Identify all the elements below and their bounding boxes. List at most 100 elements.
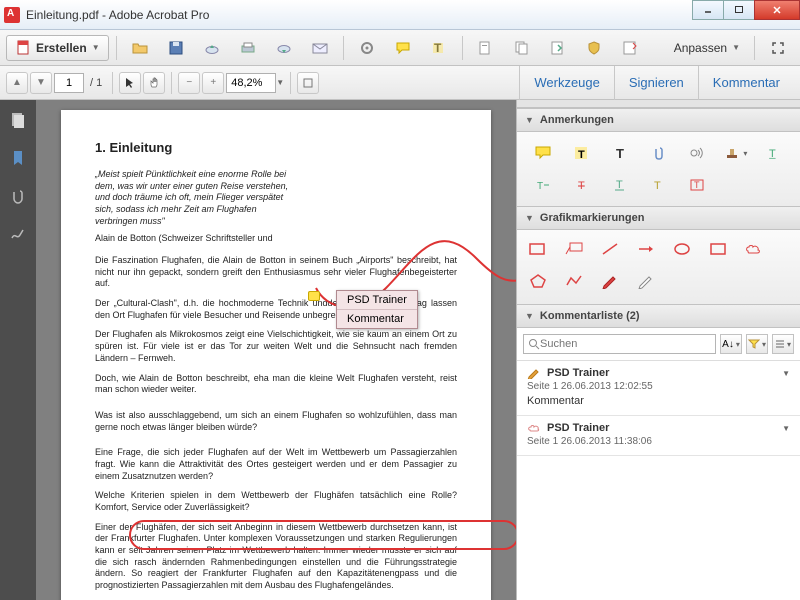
page-up-button[interactable]: ▲ [6, 72, 28, 94]
comment-search-box[interactable] [523, 334, 716, 354]
save-cloud-button[interactable] [196, 35, 228, 61]
printer-icon [239, 39, 257, 57]
arrow-tool[interactable] [635, 240, 657, 258]
open-button[interactable] [124, 35, 156, 61]
chevron-down-icon[interactable]: ▼ [782, 424, 790, 433]
create-button[interactable]: Erstellen ▼ [6, 35, 109, 61]
export-button[interactable] [542, 35, 574, 61]
highlight-tool[interactable]: T [565, 142, 597, 164]
separator [290, 72, 291, 94]
comment-entry[interactable]: PSD Trainer ▼ Seite 1 26.06.2013 11:38:0… [517, 416, 800, 456]
oval-tool[interactable] [671, 240, 693, 258]
text-box-tool[interactable]: T [681, 174, 713, 196]
shapes-header[interactable]: ▼ Grafikmarkierungen [517, 206, 800, 230]
comment-entry[interactable]: PSD Trainer ▼ Seite 1 26.06.2013 12:02:5… [517, 361, 800, 416]
panel-grip[interactable] [517, 100, 800, 108]
svg-text:T: T [654, 180, 661, 192]
annotation-tooltip: PSD Trainer Kommentar [336, 290, 418, 329]
sort-button[interactable]: A↓▾ [720, 334, 742, 354]
text-tool[interactable]: T [604, 142, 636, 164]
sticky-note-button[interactable] [387, 35, 419, 61]
cloud-annotation[interactable] [129, 520, 516, 550]
email-button[interactable] [304, 35, 336, 61]
comment-search-input[interactable] [540, 338, 711, 350]
separator [171, 72, 172, 94]
filter-button[interactable]: ▾ [746, 334, 768, 354]
fullscreen-button[interactable] [762, 35, 794, 61]
chevron-down-icon[interactable]: ▼ [276, 78, 284, 87]
maximize-button[interactable] [723, 0, 755, 20]
zoom-input[interactable] [226, 73, 276, 93]
insert-text-tool[interactable]: T̲ [758, 142, 790, 164]
connected-lines-tool[interactable] [563, 272, 585, 290]
attachments-button[interactable] [8, 186, 28, 206]
protect-button[interactable] [578, 35, 610, 61]
replace-text-tool[interactable]: T [527, 174, 559, 196]
print-button[interactable] [232, 35, 264, 61]
signatures-button[interactable] [8, 224, 28, 244]
settings-button[interactable] [351, 35, 383, 61]
commentlist-header[interactable]: ▼Kommentarliste (2) [517, 304, 800, 328]
select-tool-button[interactable] [143, 72, 165, 94]
page-number-input[interactable] [54, 73, 84, 93]
cloud-tool[interactable] [743, 240, 765, 258]
tools-tab[interactable]: Werkzeuge [519, 66, 614, 100]
bookmarks-button[interactable] [8, 148, 28, 168]
customize-button[interactable]: Anpassen ▼ [667, 35, 747, 61]
sign-tab[interactable]: Signieren [614, 66, 698, 100]
chevron-down-icon[interactable]: ▼ [782, 369, 790, 378]
attach-file-tool[interactable] [642, 142, 674, 164]
edit-text-button[interactable] [470, 35, 502, 61]
annotations-label: Anmerkungen [540, 114, 614, 126]
shapes-label: Grafikmarkierungen [540, 212, 645, 224]
sticky-note-tool[interactable] [527, 142, 559, 164]
options-button[interactable]: ▾ [772, 334, 794, 354]
folder-open-icon [131, 39, 149, 57]
close-button[interactable] [754, 0, 800, 20]
underline-tool[interactable]: T [604, 174, 636, 196]
doc-paragraph: Welche Kriterien spielen in dem Wettbewe… [95, 490, 457, 513]
textbox-tool[interactable] [527, 240, 549, 258]
thumbnails-button[interactable] [8, 110, 28, 130]
save-button[interactable] [160, 35, 192, 61]
add-note-tool[interactable]: T [642, 174, 674, 196]
form-button[interactable] [614, 35, 646, 61]
share-button[interactable] [268, 35, 300, 61]
cloud-share-icon [275, 39, 293, 57]
zoom-out-button[interactable]: − [178, 72, 200, 94]
page-total: / 1 [90, 77, 102, 89]
zoom-in-button[interactable]: + [202, 72, 224, 94]
strikethrough-tool[interactable]: T [565, 174, 597, 196]
page-down-button[interactable]: ▼ [30, 72, 52, 94]
collapse-icon: ▼ [525, 115, 534, 125]
hand-icon [148, 77, 160, 89]
search-icon [528, 338, 540, 350]
polygon-tool[interactable] [527, 272, 549, 290]
commentlist-label: Kommentarliste (2) [540, 310, 640, 322]
highlight-button[interactable]: T [423, 35, 455, 61]
more-tools-button[interactable] [297, 72, 319, 94]
minimize-button[interactable] [692, 0, 724, 20]
annotations-header[interactable]: ▼ Anmerkungen [517, 108, 800, 132]
stamp-tool[interactable]: ▾ [719, 142, 751, 164]
line-tool[interactable] [599, 240, 621, 258]
list-icon [775, 339, 785, 349]
pdf-page: 1. Einleitung „Meist spielt Pünktlichkei… [61, 110, 491, 600]
chevron-down-icon: ▼ [92, 43, 100, 52]
collapse-icon: ▼ [525, 213, 534, 223]
annotation-tools: T T ▾ T̲ T T T T T [517, 132, 800, 206]
tooltip-author: PSD Trainer [337, 291, 417, 310]
comment-author: PSD Trainer [547, 422, 609, 434]
document-viewport[interactable]: 1. Einleitung „Meist spielt Pünktlichkei… [36, 100, 516, 600]
pencil-icon [527, 367, 541, 379]
comment-panel: ▼ Anmerkungen T T ▾ T̲ T T T T T ▼ Grafikm… [516, 100, 800, 600]
eraser-tool[interactable] [635, 272, 657, 290]
record-audio-tool[interactable] [681, 142, 713, 164]
hand-tool-button[interactable] [119, 72, 141, 94]
rectangle-tool[interactable] [707, 240, 729, 258]
callout-tool[interactable] [563, 240, 585, 258]
combine-button[interactable] [506, 35, 538, 61]
comment-tab[interactable]: Kommentar [698, 66, 794, 100]
sticky-note-annotation[interactable] [308, 291, 320, 301]
pencil-tool[interactable] [599, 272, 621, 290]
